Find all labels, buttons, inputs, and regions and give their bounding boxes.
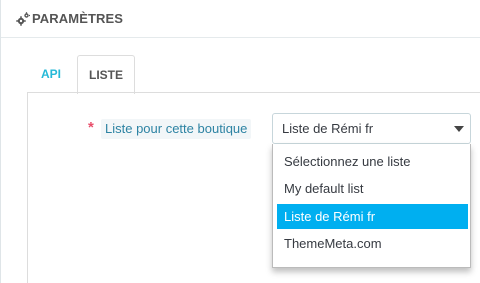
panel-title: PARAMÈTRES <box>32 11 124 26</box>
field-label: Liste pour cette boutique <box>101 119 252 139</box>
caret-down-icon[interactable] <box>454 126 464 132</box>
panel-header: PARAMÈTRES <box>1 0 480 38</box>
select-dropdown: Sélectionnez une liste My default list L… <box>272 144 471 268</box>
option-default-list[interactable]: My default list <box>277 176 468 201</box>
settings-panel: PARAMÈTRES API LISTE * Liste pour cette … <box>0 0 480 283</box>
option-select-list[interactable]: Sélectionnez une liste <box>277 149 468 174</box>
option-liste-remi[interactable]: Liste de Rémi fr <box>277 204 468 229</box>
required-marker: * <box>88 119 94 136</box>
list-select[interactable]: Liste de Rémi fr <box>272 113 471 144</box>
tab-api[interactable]: API <box>33 55 69 93</box>
select-value: Liste de Rémi fr <box>282 121 374 136</box>
tab-liste[interactable]: LISTE <box>77 55 135 94</box>
gears-icon <box>16 12 30 26</box>
option-thememeta[interactable]: ThemeMeta.com <box>277 231 468 256</box>
